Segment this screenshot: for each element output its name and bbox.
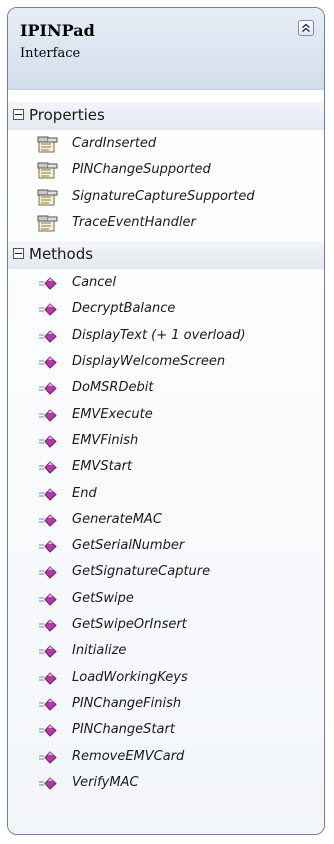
section-label-properties: Properties — [29, 106, 105, 124]
method-name: EMVStart — [72, 459, 133, 475]
method-name: DecryptBalance — [72, 301, 176, 317]
method-icon — [37, 722, 59, 740]
method-icon — [37, 591, 59, 609]
method-row[interactable]: GetSignatureCapture — [8, 560, 324, 586]
property-row[interactable]: CardInserted — [8, 132, 324, 158]
method-row[interactable]: DecryptBalance — [8, 297, 324, 323]
method-row[interactable]: EMVFinish — [8, 429, 324, 455]
property-icon — [37, 215, 59, 233]
method-row[interactable]: GetSwipeOrInsert — [8, 613, 324, 639]
method-name: PINChangeFinish — [72, 695, 182, 711]
section-label-methods: Methods — [29, 245, 94, 264]
method-icon — [37, 380, 59, 398]
method-icon — [37, 670, 59, 688]
property-row[interactable]: SignatureCaptureSupported — [8, 185, 324, 211]
property-name: TraceEventHandler — [72, 214, 196, 230]
method-icon — [37, 301, 59, 319]
method-icon — [37, 354, 59, 372]
method-row[interactable]: PINChangeFinish — [8, 692, 324, 718]
method-icon — [37, 459, 59, 477]
method-icon — [37, 775, 59, 793]
method-icon — [37, 275, 59, 293]
method-icon — [37, 407, 59, 425]
property-name: CardInserted — [72, 136, 157, 151]
method-icon — [37, 617, 59, 635]
property-row[interactable]: TraceEventHandler — [8, 211, 324, 237]
collapse-minus-icon[interactable] — [13, 248, 24, 260]
method-name: GetSignatureCapture — [72, 564, 211, 580]
method-icon — [37, 538, 59, 556]
methods-list: Cancel DecryptBalance DisplayText (+ 1 ove… — [8, 269, 324, 797]
method-name: End — [72, 485, 97, 501]
class-name: IPINPad — [20, 21, 95, 40]
method-row[interactable]: End — [8, 482, 324, 508]
method-icon — [37, 433, 59, 451]
method-name: EMVExecute — [72, 406, 153, 422]
method-icon — [37, 643, 59, 661]
method-row[interactable]: EMVStart — [8, 455, 324, 481]
method-name: VerifyMAC — [72, 774, 139, 790]
method-name: GetSwipeOrInsert — [72, 617, 187, 633]
collapse-minus-icon[interactable] — [13, 109, 24, 120]
method-row[interactable]: GenerateMAC — [8, 508, 324, 534]
method-row[interactable]: DisplayWelcomeScreen — [8, 350, 324, 376]
property-name: SignatureCaptureSupported — [72, 188, 255, 204]
method-name: DoMSRDebit — [72, 380, 154, 396]
property-row[interactable]: PINChangeSupported — [8, 158, 324, 184]
method-row[interactable]: DoMSRDebit — [8, 376, 324, 402]
class-stereotype: Interface — [20, 46, 81, 61]
properties-list: CardInserted PINChangeSupported SignatureC… — [8, 130, 324, 241]
property-name: PINChangeSupported — [72, 162, 211, 178]
method-name: Cancel — [72, 275, 117, 291]
method-icon — [37, 696, 59, 714]
method-row[interactable]: Initialize — [8, 639, 324, 665]
method-icon — [37, 486, 59, 504]
method-icon — [37, 749, 59, 767]
method-row[interactable]: LoadWorkingKeys — [8, 666, 324, 692]
method-name: Initialize — [72, 643, 127, 659]
class-body: Properties CardInserted PINChangeSupporte… — [8, 90, 324, 834]
method-row[interactable]: Cancel — [8, 271, 324, 297]
method-row[interactable]: GetSwipe — [8, 587, 324, 613]
double-chevron-up-icon[interactable] — [298, 20, 314, 36]
method-icon — [37, 328, 59, 346]
method-name: DisplayText (+ 1 overload) — [72, 327, 246, 343]
method-name: RemoveEMVCard — [72, 748, 185, 764]
section-header-methods[interactable]: Methods — [8, 241, 324, 270]
property-icon — [37, 136, 59, 154]
property-icon — [37, 162, 59, 180]
method-icon — [37, 512, 59, 530]
method-row[interactable]: PINChangeStart — [8, 718, 324, 744]
method-name: GenerateMAC — [72, 511, 162, 527]
class-header: IPINPad Interface — [8, 8, 324, 90]
method-name: PINChangeStart — [72, 722, 175, 738]
method-row[interactable]: VerifyMAC — [8, 771, 324, 797]
method-name: EMVFinish — [72, 432, 139, 448]
method-name: GetSwipe — [72, 590, 134, 606]
method-row[interactable]: RemoveEMVCard — [8, 745, 324, 771]
section-header-properties[interactable]: Properties — [8, 102, 324, 130]
method-row[interactable]: GetSerialNumber — [8, 534, 324, 560]
method-row[interactable]: EMVExecute — [8, 403, 324, 429]
class-shape-ipinpad[interactable]: IPINPad Interface Properties CardInserte… — [7, 7, 325, 835]
method-name: GetSerialNumber — [72, 538, 185, 554]
property-icon — [37, 189, 59, 207]
method-icon — [37, 564, 59, 582]
method-name: DisplayWelcomeScreen — [72, 354, 226, 370]
method-row[interactable]: DisplayText (+ 1 overload) — [8, 324, 324, 350]
method-name: LoadWorkingKeys — [72, 669, 188, 685]
